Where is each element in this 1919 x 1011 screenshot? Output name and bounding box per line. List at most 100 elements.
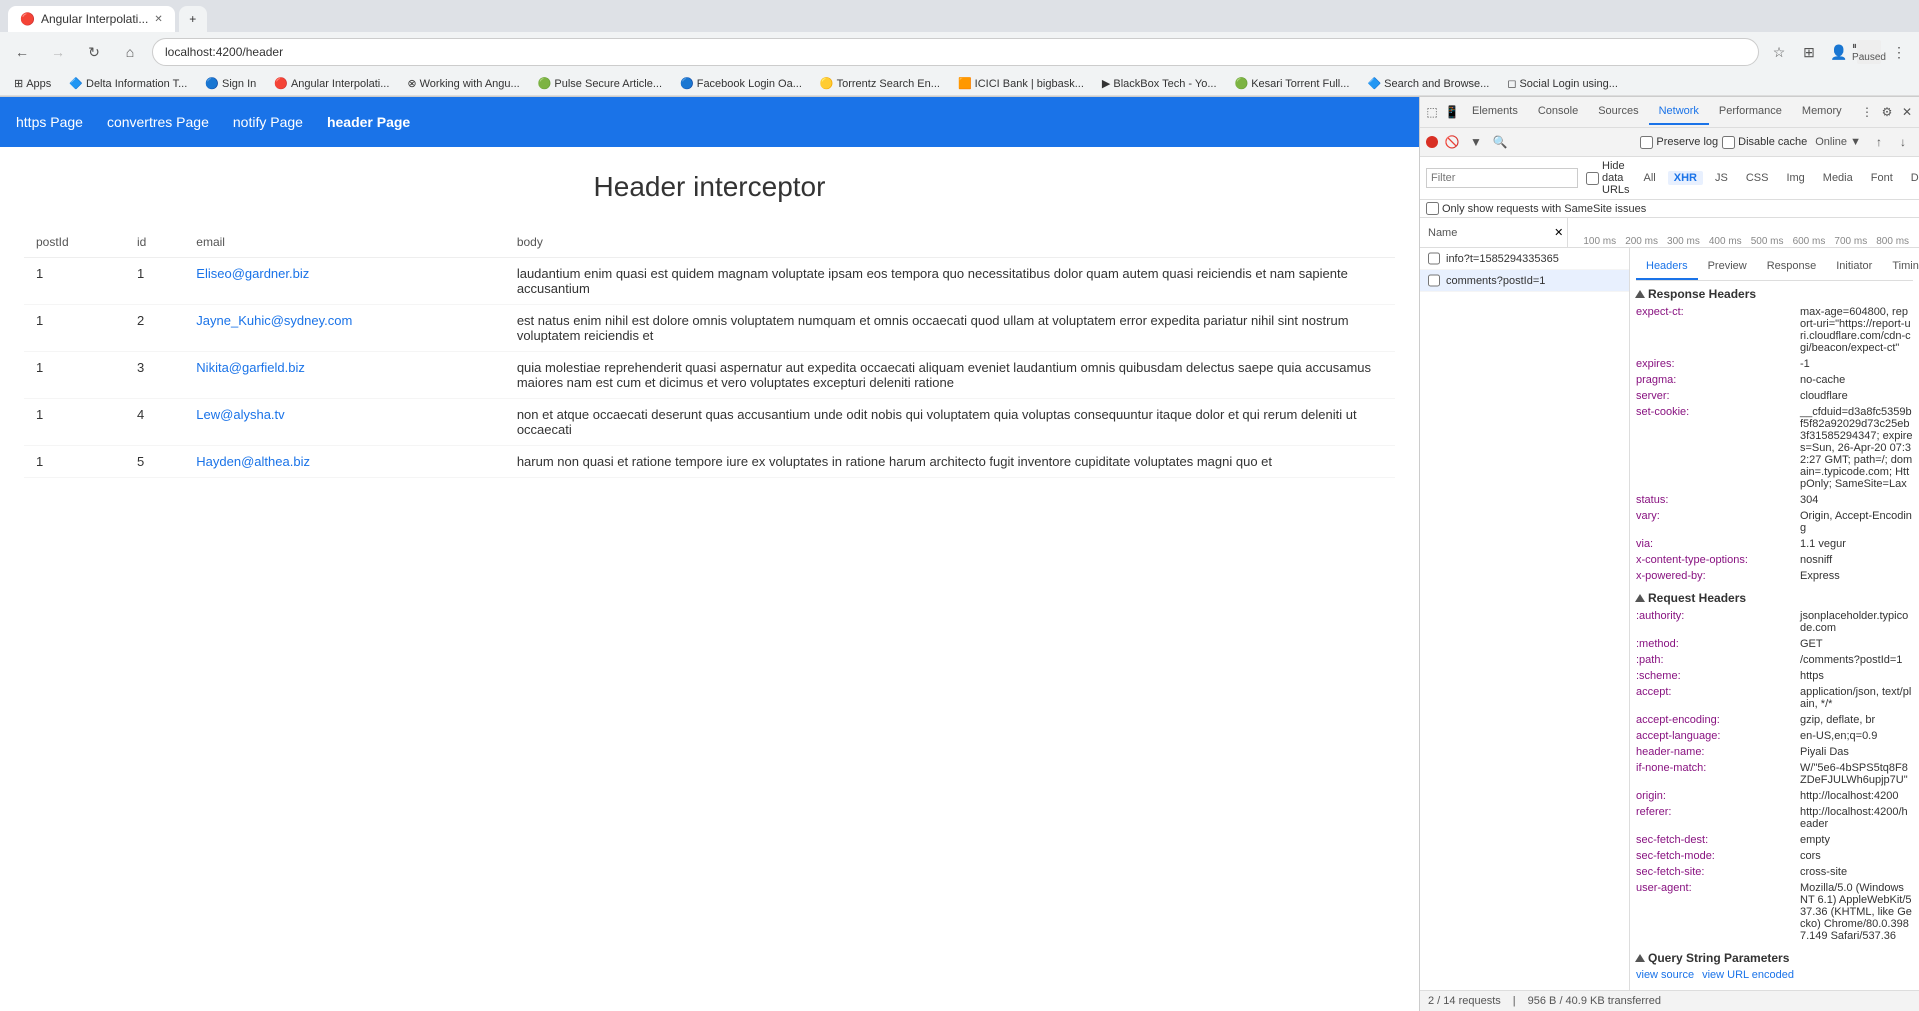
query-params-label: Query String Parameters (1648, 951, 1789, 965)
bookmark-icici[interactable]: 🟧 ICICI Bank | bigbask... (952, 75, 1090, 92)
request-headers-title[interactable]: Request Headers (1636, 591, 1913, 605)
download-icon[interactable]: ↓ (1893, 132, 1913, 152)
bookmark-facebook[interactable]: 🔵 Facebook Login Oa... (674, 75, 808, 92)
filter-all[interactable]: All (1638, 171, 1662, 185)
devtools-tab-console[interactable]: Console (1528, 99, 1588, 125)
reqh-sec-fetch-mode: sec-fetch-mode: cors (1636, 849, 1913, 863)
response-headers-title[interactable]: Response Headers (1636, 287, 1913, 301)
bookmark-blackbox[interactable]: ▶ BlackBox Tech - Yo... (1096, 75, 1223, 92)
filter-row: Hide data URLs All XHR JS CSS Img Media … (1420, 157, 1919, 200)
panel-tab-timing[interactable]: Timing (1882, 254, 1919, 280)
profile-icon[interactable]: 👤 (1827, 40, 1851, 64)
bookmark-delta[interactable]: 🔷 Delta Information T... (63, 75, 193, 92)
filter-js[interactable]: JS (1709, 171, 1734, 185)
name-column-header: Name (1428, 227, 1457, 239)
panel-tab-initiator[interactable]: Initiator (1826, 254, 1882, 280)
bookmark-label: Kesari Torrent Full... (1251, 78, 1349, 90)
bookmark-search[interactable]: 🔷 Search and Browse... (1361, 75, 1495, 92)
bookmark-label: ICICI Bank | bigbask... (975, 78, 1084, 90)
bookmark-torrentz[interactable]: 🟡 Torrentz Search En... (814, 75, 946, 92)
disable-cache-checkbox[interactable]: Disable cache (1722, 136, 1807, 149)
devtools-device-icon[interactable]: 📱 (1442, 102, 1462, 122)
item-checkbox[interactable] (1428, 274, 1440, 287)
filter-xhr[interactable]: XHR (1668, 171, 1703, 185)
bookmark-label: Search and Browse... (1384, 78, 1489, 90)
upload-icon[interactable]: ↑ (1869, 132, 1889, 152)
bookmark-pulse[interactable]: 🟢 Pulse Secure Article... (532, 75, 668, 92)
same-site-checkbox[interactable]: Only show requests with SameSite issues (1426, 202, 1646, 215)
nav-link-convertres[interactable]: convertres Page (107, 106, 209, 138)
bookmark-label: Facebook Login Oa... (697, 78, 802, 90)
nav-link-header[interactable]: header Page (327, 106, 410, 138)
view-source-link[interactable]: view source (1636, 969, 1694, 981)
menu-button[interactable]: ⋮ (1887, 40, 1911, 64)
devtools-settings-icon[interactable]: ⚙ (1877, 102, 1897, 122)
disable-cache-label: Disable cache (1738, 136, 1807, 148)
network-item-comments[interactable]: comments?postId=1 (1420, 270, 1629, 292)
bookmark-angular[interactable]: 🔴 Angular Interpolati... (268, 75, 395, 92)
forward-button[interactable]: → (44, 38, 72, 66)
nav-link-notify[interactable]: notify Page (233, 106, 303, 138)
bookmark-working[interactable]: ⊗ Working with Angu... (401, 75, 525, 92)
record-button[interactable] (1426, 136, 1438, 148)
home-button[interactable]: ⌂ (116, 38, 144, 66)
cell-body: harum non quasi et ratione tempore iure … (505, 446, 1395, 478)
rh-name: x-content-type-options: (1636, 554, 1796, 566)
back-button[interactable]: ← (8, 38, 36, 66)
filter-img[interactable]: Img (1780, 171, 1810, 185)
devtools-tab-sources[interactable]: Sources (1588, 99, 1648, 125)
bookmark-apps[interactable]: ⊞ Apps (8, 75, 57, 92)
cell-postid: 1 (24, 258, 125, 305)
extensions-icon[interactable]: ⊞ (1797, 40, 1821, 64)
rh-status: status: 304 (1636, 493, 1913, 507)
rh-value: https (1800, 670, 1824, 682)
filter-font[interactable]: Font (1865, 171, 1899, 185)
panel-tab-response[interactable]: Response (1757, 254, 1827, 280)
bookmark-signin[interactable]: 🔵 Sign In (199, 75, 262, 92)
hide-data-urls-checkbox[interactable]: Hide data URLs (1586, 160, 1630, 196)
rh-value: cors (1800, 850, 1821, 862)
devtools-bottom-bar: 2 / 14 requests | 956 B / 40.9 KB transf… (1420, 990, 1919, 1011)
query-params-title[interactable]: Query String Parameters (1636, 951, 1913, 965)
filter-toggle-button[interactable]: ▼ (1466, 132, 1486, 152)
close-headers-btn[interactable]: ✕ (1554, 226, 1567, 239)
tab-close-button[interactable]: ✕ (154, 14, 162, 25)
active-tab[interactable]: 🔴 Angular Interpolati... ✕ (8, 6, 175, 32)
devtools-tab-performance[interactable]: Performance (1709, 99, 1792, 125)
network-item-info[interactable]: info?t=1585294335365 (1420, 248, 1629, 270)
view-url-encoded-link[interactable]: view URL encoded (1702, 969, 1794, 981)
reqh-path: :path: /comments?postId=1 (1636, 653, 1913, 667)
new-tab-button[interactable]: + (179, 6, 207, 32)
reqh-referer: referer: http://localhost:4200/header (1636, 805, 1913, 831)
delta-icon: 🔷 (69, 77, 83, 90)
filter-media[interactable]: Media (1817, 171, 1859, 185)
timeline-200ms: 200 ms (1618, 236, 1660, 247)
timeline-700ms: 700 ms (1827, 236, 1869, 247)
devtools-more-icon[interactable]: ⋮ (1857, 102, 1877, 122)
filter-css[interactable]: CSS (1740, 171, 1775, 185)
devtools-tab-elements[interactable]: Elements (1462, 99, 1528, 125)
bookmark-kesari[interactable]: 🟢 Kesari Torrent Full... (1229, 75, 1356, 92)
panel-tab-preview[interactable]: Preview (1698, 254, 1757, 280)
pulse-icon: 🟢 (538, 77, 552, 90)
devtools-inspect-icon[interactable]: ⬚ (1422, 102, 1442, 122)
devtools-close-icon[interactable]: ✕ (1897, 102, 1917, 122)
bookmark-social[interactable]: ◻ Social Login using... (1501, 75, 1624, 92)
item-checkbox[interactable] (1428, 252, 1440, 265)
nav-link-https[interactable]: https Page (16, 106, 83, 138)
search-button[interactable]: 🔍 (1490, 132, 1510, 152)
address-input[interactable]: localhost:4200/header (152, 38, 1759, 66)
filter-input[interactable] (1426, 168, 1578, 188)
reload-button[interactable]: ↻ (80, 38, 108, 66)
filter-doc[interactable]: Doc (1905, 171, 1919, 185)
col-header-email: email (184, 227, 505, 258)
devtools-tab-memory[interactable]: Memory (1792, 99, 1852, 125)
clear-button[interactable]: 🚫 (1442, 132, 1462, 152)
panel-tab-headers[interactable]: Headers (1636, 254, 1698, 280)
tab-title: Angular Interpolati... (41, 12, 148, 26)
throttle-selector[interactable]: Online ▼ (1811, 132, 1865, 152)
rh-value: W/"5e6-4bSPS5tq8F8ZDeFJULWh6upjp7U" (1800, 762, 1913, 786)
bookmark-star-icon[interactable]: ☆ (1767, 40, 1791, 64)
devtools-tab-network[interactable]: Network (1649, 99, 1709, 125)
preserve-log-checkbox[interactable]: Preserve log (1640, 136, 1718, 149)
